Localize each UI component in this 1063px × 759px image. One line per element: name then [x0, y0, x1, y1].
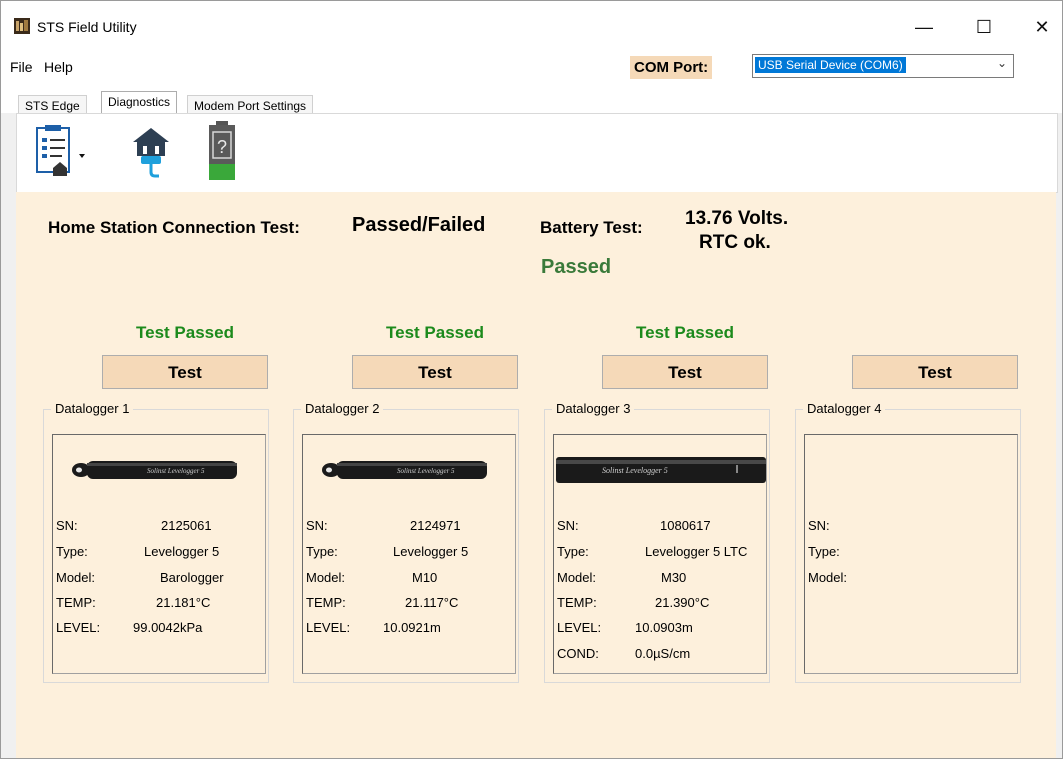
type-value: Levelogger 5 LTC: [645, 544, 748, 559]
type-label: Type:: [557, 544, 589, 559]
datalogger-1-group: Datalogger 1 Solinst Levelogger 5 SN: 21…: [43, 401, 269, 683]
menu-bar: File Help COM Port: USB Serial Device (C…: [1, 45, 1062, 85]
model-label: Model:: [808, 570, 848, 585]
home-station-plug-icon[interactable]: [129, 126, 173, 178]
com-port-value: USB Serial Device (COM6): [755, 57, 906, 73]
toolbar: ?: [16, 113, 1058, 193]
datalogger-4-group: Datalogger 4 SN: Type: Model:: [795, 401, 1021, 683]
temp-value: 21.390°C: [655, 595, 710, 610]
sn-label: SN:: [56, 518, 78, 533]
datalogger-4-panel: SN: Type: Model:: [804, 434, 1018, 674]
menu-help[interactable]: Help: [44, 59, 73, 75]
level-label: LEVEL:: [56, 620, 101, 635]
diagnostics-panel: Home Station Connection Test: Passed/Fai…: [16, 192, 1056, 758]
datalogger-2-status: Test Passed: [386, 323, 484, 342]
sn-value: 1080617: [660, 518, 711, 533]
model-value: Barologger: [160, 570, 224, 585]
model-value: M10: [412, 570, 438, 585]
window-title: STS Field Utility: [37, 19, 137, 35]
com-port-label: COM Port:: [630, 56, 713, 79]
temp-label: TEMP:: [306, 595, 346, 610]
sn-label: SN:: [306, 518, 328, 533]
temp-label: TEMP:: [56, 595, 96, 610]
datalogger-1-test-button[interactable]: Test: [102, 355, 268, 389]
maximize-button[interactable]: ☐: [961, 9, 1007, 45]
datalogger-3-group: Datalogger 3 Solinst Levelogger 5 SN: 10…: [544, 401, 770, 683]
battery-glyph: ?: [217, 137, 227, 157]
chevron-down-icon[interactable]: ⌄: [997, 56, 1007, 70]
battery-rtc-status: RTC ok.: [699, 232, 771, 253]
app-window: STS Field Utility — ☐ ✕ File Help COM Po…: [0, 0, 1063, 759]
battery-voltage: 13.76 Volts.: [685, 208, 789, 229]
sn-value: 2124971: [410, 518, 461, 533]
home-station-label: Home Station Connection Test:: [48, 218, 300, 237]
level-label: LEVEL:: [557, 620, 602, 635]
levelogger-ltc-image: Solinst Levelogger 5: [556, 457, 766, 483]
menu-file[interactable]: File: [10, 59, 33, 75]
sn-value: 2125061: [161, 518, 212, 533]
com-port-select[interactable]: USB Serial Device (COM6) ⌄: [752, 54, 1014, 78]
temp-value: 21.181°C: [156, 595, 211, 610]
home-station-result: Passed/Failed: [352, 214, 486, 236]
temp-value: 21.117°C: [405, 595, 459, 610]
minimize-button[interactable]: —: [901, 9, 947, 45]
battery-test-label: Battery Test:: [540, 218, 643, 237]
cond-value: 0.0µS/cm: [635, 646, 691, 661]
svg-text:Solinst Levelogger 5: Solinst Levelogger 5: [397, 467, 455, 475]
type-label: Type:: [56, 544, 88, 559]
level-label: LEVEL:: [306, 620, 351, 635]
datalogger-2-title: Datalogger 2: [301, 401, 384, 416]
title-bar: STS Field Utility — ☐ ✕: [1, 1, 1062, 45]
datalogger-3-status: Test Passed: [636, 323, 734, 342]
datalogger-3-test-button[interactable]: Test: [602, 355, 768, 389]
model-label: Model:: [557, 570, 597, 585]
levelogger-image: Solinst Levelogger 5: [72, 461, 237, 479]
datalogger-2-group: Datalogger 2 Solinst Levelogger 5 SN: 21…: [293, 401, 519, 683]
model-label: Model:: [306, 570, 346, 585]
temp-label: TEMP:: [557, 595, 597, 610]
type-label: Type:: [306, 544, 338, 559]
close-button[interactable]: ✕: [1019, 9, 1062, 45]
datalogger-4-test-button[interactable]: Test: [852, 355, 1018, 389]
model-value: M30: [661, 570, 687, 585]
type-value: Levelogger 5: [393, 544, 469, 559]
battery-test-result: Passed: [541, 256, 612, 278]
report-icon[interactable]: [31, 124, 87, 180]
level-value: 10.0921m: [383, 620, 441, 635]
sn-label: SN:: [808, 518, 830, 533]
datalogger-1-status: Test Passed: [136, 323, 234, 342]
app-icon: [14, 18, 30, 34]
datalogger-3-title: Datalogger 3: [552, 401, 635, 416]
level-value: 10.0903m: [635, 620, 693, 635]
datalogger-4-title: Datalogger 4: [803, 401, 886, 416]
tab-strip: STS Edge Diagnostics Modem Port Settings: [1, 85, 1062, 117]
cond-label: COND:: [557, 646, 599, 661]
datalogger-2-test-button[interactable]: Test: [352, 355, 518, 389]
datalogger-2-panel: Solinst Levelogger 5 SN: 2124971 Type: L…: [302, 434, 516, 674]
datalogger-3-panel: Solinst Levelogger 5 SN: 1080617 Type: L…: [553, 434, 767, 674]
type-label: Type:: [808, 544, 840, 559]
svg-text:Solinst Levelogger 5: Solinst Levelogger 5: [147, 467, 205, 475]
levelogger-image: Solinst Levelogger 5: [322, 461, 487, 479]
level-value: 99.0042kPa: [133, 620, 203, 635]
sn-label: SN:: [557, 518, 579, 533]
battery-icon[interactable]: ?: [207, 120, 237, 182]
datalogger-1-panel: Solinst Levelogger 5 SN: 2125061 Type: L…: [52, 434, 266, 674]
model-label: Model:: [56, 570, 96, 585]
type-value: Levelogger 5: [144, 544, 220, 559]
datalogger-1-title: Datalogger 1: [51, 401, 134, 416]
svg-text:Solinst Levelogger 5: Solinst Levelogger 5: [602, 466, 668, 475]
